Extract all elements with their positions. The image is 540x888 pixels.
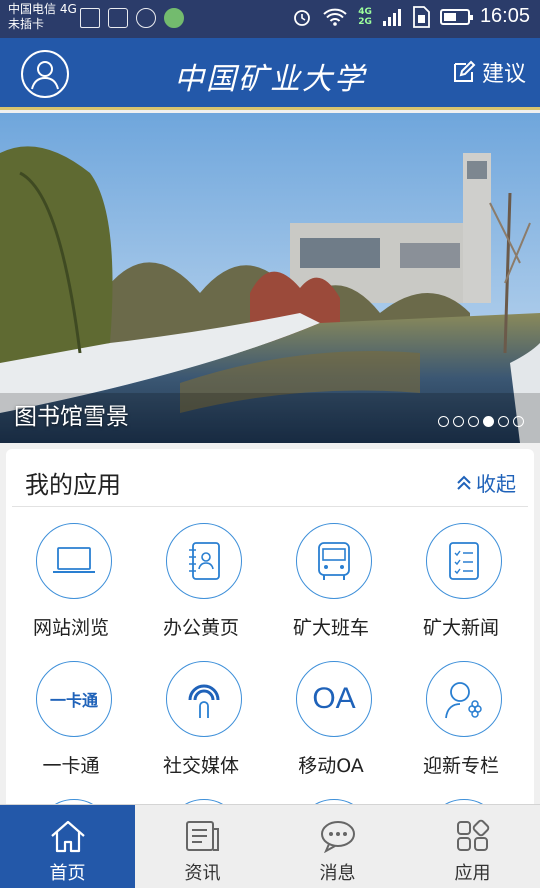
tab-label: 首页 [49,863,86,884]
status-bar: 中国电信 4G 未插卡 4G 2G 16:05 [0,0,540,38]
collapse-label: 收起 [476,472,516,496]
tab-messages[interactable]: 消息 [270,805,405,888]
tab-news[interactable]: 资讯 [135,805,270,888]
app-label: 迎新专栏 [422,755,499,777]
broadcast-icon [188,684,220,718]
divider [12,506,528,507]
app-label: 网站浏览 [32,617,109,639]
app-item-mobile-oa[interactable]: OA 移动OA [266,661,396,791]
app-item-yellow-pages[interactable]: 办公黄页 [136,523,266,653]
laptop-icon [53,547,95,573]
app-label: 移动OA [298,755,364,777]
suggest-button[interactable]: 建议 [452,56,526,88]
app-item-shuttle-bus[interactable]: 矿大班车 [266,523,396,653]
wechat-icon [164,8,184,28]
tab-label: 资讯 [184,863,221,884]
carrier-name: 中国电信 4G [8,2,77,16]
app-item-campus-card[interactable]: 一卡通 一卡通 [6,661,136,791]
app-icon-circle [426,661,502,737]
wifi-icon [323,8,347,26]
app-icon-circle [166,661,242,737]
carousel-dot[interactable] [513,416,524,427]
oa-icon: OA [312,682,356,715]
suggest-label: 建议 [481,62,526,87]
welcome-person-icon [445,682,482,719]
tab-label: 应用 [454,863,491,884]
news-list-icon [449,542,479,580]
chevron-double-up-icon [457,475,471,490]
bus-icon [318,542,350,580]
carousel-dot[interactable] [453,416,464,427]
carousel-dot[interactable] [438,416,449,427]
tab-apps[interactable]: 应用 [405,805,540,888]
collapse-button[interactable]: 收起 [456,468,516,497]
carousel-dot[interactable] [498,416,509,427]
news-icon [185,821,219,851]
carousel-dot[interactable] [483,416,494,427]
alarm-icon [294,9,311,26]
my-apps-title: 我的应用 [25,471,121,499]
app-label: 矿大新闻 [422,617,499,639]
tab-label: 消息 [319,863,356,884]
app-icon-circle [296,523,372,599]
app-item-social-media[interactable]: 社交媒体 [136,661,266,791]
battery-icon [439,8,473,25]
signal-icon [382,8,401,26]
app-label: 社交媒体 [162,755,239,777]
notification-icons [80,8,184,28]
app-icon-circle: OA [296,661,372,737]
net-4g-label: 4G [358,6,372,17]
message-icon [320,821,355,853]
notification-icon [80,8,100,28]
app-header: 中国矿业大学 建议 [0,38,540,110]
edit-icon [453,60,476,82]
card-icon: 一卡通 [49,691,98,710]
net-2g-label: 2G [358,16,372,27]
banner-carousel[interactable]: 图书馆雪景 [0,113,540,443]
app-label: 一卡通 [42,755,100,777]
app-item-welcome[interactable]: 迎新专栏 [396,661,526,791]
app-icon-circle [166,523,242,599]
carousel-dot[interactable] [468,416,479,427]
wifi-share-icon [136,8,156,28]
sim-status: 未插卡 [8,17,45,31]
app-icon-circle [36,523,112,599]
network-type: 4G 2G [358,7,372,27]
contact-book-icon [189,542,220,580]
clock: 16:05 [479,5,530,27]
bottom-tab-bar: 首页 资讯 消息 应用 [0,804,540,888]
carrier-info: 中国电信 4G 未插卡 [8,2,77,32]
battery-level [443,12,456,21]
app-icon-circle [426,523,502,599]
app-item-news[interactable]: 矿大新闻 [396,523,526,653]
app-icon-circle: 一卡通 [36,661,112,737]
apps-icon [456,819,489,851]
app-item-website[interactable]: 网站浏览 [6,523,136,653]
home-icon [50,820,85,853]
carousel-dots[interactable] [438,416,524,427]
status-right: 4G 2G 16:05 [292,5,530,28]
tab-home[interactable]: 首页 [0,805,135,888]
banner-caption: 图书馆雪景 [14,404,129,430]
library-snow-photo [0,113,540,443]
app-label: 矿大班车 [292,617,369,639]
app-label: 办公黄页 [162,617,239,639]
sim-icon [413,5,430,28]
image-icon [108,8,128,28]
